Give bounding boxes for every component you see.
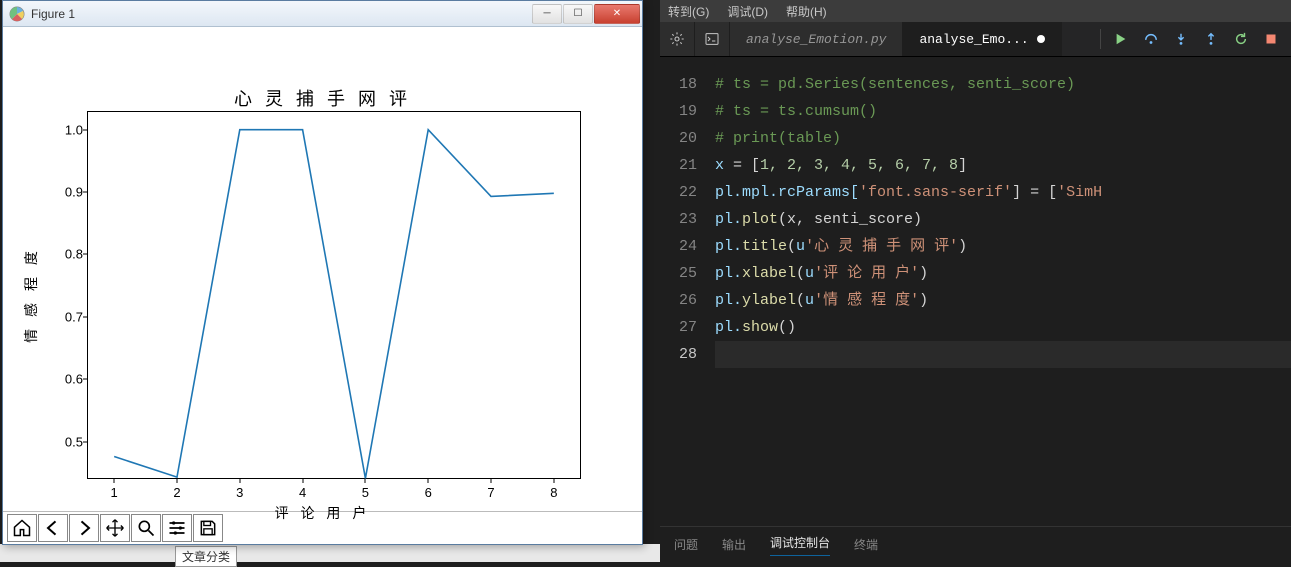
tab-label: analyse_Emotion.py — [746, 32, 886, 47]
bottom-panel: 问题 输出 调试控制台 终端 — [660, 526, 1291, 562]
matplotlib-icon — [9, 6, 25, 22]
x-tick-mark — [239, 479, 240, 483]
x-tick-mark — [428, 479, 429, 483]
x-tick-label: 8 — [550, 485, 557, 500]
x-tick-label: 4 — [299, 485, 306, 500]
code-line: pl.xlabel(u'评 论 用 户') — [715, 260, 1291, 287]
chart-title: 心 灵 捕 手 网 评 — [3, 85, 642, 111]
editor-tabbar: analyse_Emotion.py analyse_Emo... — [660, 22, 1291, 57]
line-number: 18 — [660, 71, 697, 98]
modified-dot-icon — [1037, 35, 1045, 43]
figure-titlebar[interactable]: Figure 1 ─ ☐ ✕ — [3, 1, 642, 27]
debug-toolbar — [1100, 22, 1291, 56]
x-tick-mark — [365, 479, 366, 483]
x-tick-label: 1 — [111, 485, 118, 500]
y-tick-label: 0.5 — [47, 434, 83, 449]
menu-goto[interactable]: 转到(G) — [668, 3, 709, 20]
line-number: 26 — [660, 287, 697, 314]
restart-icon[interactable] — [1231, 29, 1251, 49]
y-tick-label: 0.8 — [47, 247, 83, 262]
step-out-icon[interactable] — [1201, 29, 1221, 49]
code-content: # ts = pd.Series(sentences, senti_score)… — [715, 57, 1291, 526]
x-tick-mark — [302, 479, 303, 483]
x-axis-label: 评 论 用 户 — [3, 503, 642, 523]
line-number: 27 — [660, 314, 697, 341]
x-tick-mark — [491, 479, 492, 483]
code-line: x = [1, 2, 3, 4, 5, 6, 7, 8] — [715, 152, 1291, 179]
line-gutter: 1819202122232425262728 — [660, 57, 715, 526]
step-over-icon[interactable] — [1141, 29, 1161, 49]
line-number: 21 — [660, 152, 697, 179]
desktop-strip — [0, 544, 660, 562]
code-line — [715, 341, 1291, 368]
tab-inactive[interactable]: analyse_Emotion.py — [730, 22, 903, 56]
line-number: 25 — [660, 260, 697, 287]
menu-debug[interactable]: 调试(D) — [727, 3, 768, 20]
x-tick-label: 6 — [425, 485, 432, 500]
x-tick-mark — [114, 479, 115, 483]
menu-help[interactable]: 帮助(H) — [786, 3, 827, 20]
terminal-icon[interactable] — [695, 22, 730, 56]
code-line: pl.mpl.rcParams['font.sans-serif'] = ['S… — [715, 179, 1291, 206]
line-number: 19 — [660, 98, 697, 125]
y-tick-label: 1.0 — [47, 122, 83, 137]
x-tick-label: 3 — [236, 485, 243, 500]
tab-active[interactable]: analyse_Emo... — [903, 22, 1061, 56]
line-number: 23 — [660, 206, 697, 233]
figure-canvas[interactable]: 心 灵 捕 手 网 评 0.50.60.70.80.91.0 12345678 … — [3, 27, 642, 511]
line-number: 22 — [660, 179, 697, 206]
editor-pane: 转到(G) 调试(D) 帮助(H) analyse_Emotion.py ana… — [660, 0, 1291, 562]
line-number: 28 — [660, 341, 697, 368]
line-plot — [87, 111, 581, 479]
panel-tab-terminal[interactable]: 终端 — [854, 536, 878, 553]
continue-icon[interactable] — [1111, 29, 1131, 49]
stop-icon[interactable] — [1261, 29, 1281, 49]
y-tick-label: 0.7 — [47, 309, 83, 324]
x-tick-label: 2 — [173, 485, 180, 500]
code-line: # ts = ts.cumsum() — [715, 98, 1291, 125]
code-line: pl.show() — [715, 314, 1291, 341]
y-tick-label: 0.6 — [47, 372, 83, 387]
y-axis-label: 情 感 程 度 — [21, 247, 41, 343]
code-line: pl.title(u'心 灵 捕 手 网 评') — [715, 233, 1291, 260]
tab-label: analyse_Emo... — [919, 32, 1028, 47]
panel-tab-output[interactable]: 输出 — [722, 536, 746, 553]
code-line: # print(table) — [715, 125, 1291, 152]
separator — [1100, 29, 1101, 49]
line-number: 24 — [660, 233, 697, 260]
step-into-icon[interactable] — [1171, 29, 1191, 49]
x-tick-label: 5 — [362, 485, 369, 500]
y-tick-label: 0.9 — [47, 185, 83, 200]
x-tick-mark — [176, 479, 177, 483]
code-line: # ts = pd.Series(sentences, senti_score) — [715, 71, 1291, 98]
code-line: pl.plot(x, senti_score) — [715, 206, 1291, 233]
figure-window: Figure 1 ─ ☐ ✕ 心 灵 捕 手 网 评 0.5 0.6 0.7 0.8 0… — [2, 0, 643, 545]
x-tick-mark — [553, 479, 554, 483]
close-button[interactable]: ✕ — [594, 4, 640, 24]
settings-icon[interactable] — [660, 22, 695, 56]
maximize-button[interactable]: ☐ — [563, 4, 593, 24]
x-tick-label: 7 — [487, 485, 494, 500]
minimize-button[interactable]: ─ — [532, 4, 562, 24]
figure-title: Figure 1 — [31, 7, 531, 21]
panel-tab-debug-console[interactable]: 调试控制台 — [770, 534, 830, 556]
bg-chip: 文章分类 — [175, 546, 237, 567]
code-line: pl.ylabel(u'情 感 程 度') — [715, 287, 1291, 314]
editor-menu: 转到(G) 调试(D) 帮助(H) — [660, 0, 1291, 22]
line-number: 20 — [660, 125, 697, 152]
code-area[interactable]: 1819202122232425262728 # ts = pd.Series(… — [660, 57, 1291, 526]
panel-tab-problems[interactable]: 问题 — [674, 536, 698, 553]
